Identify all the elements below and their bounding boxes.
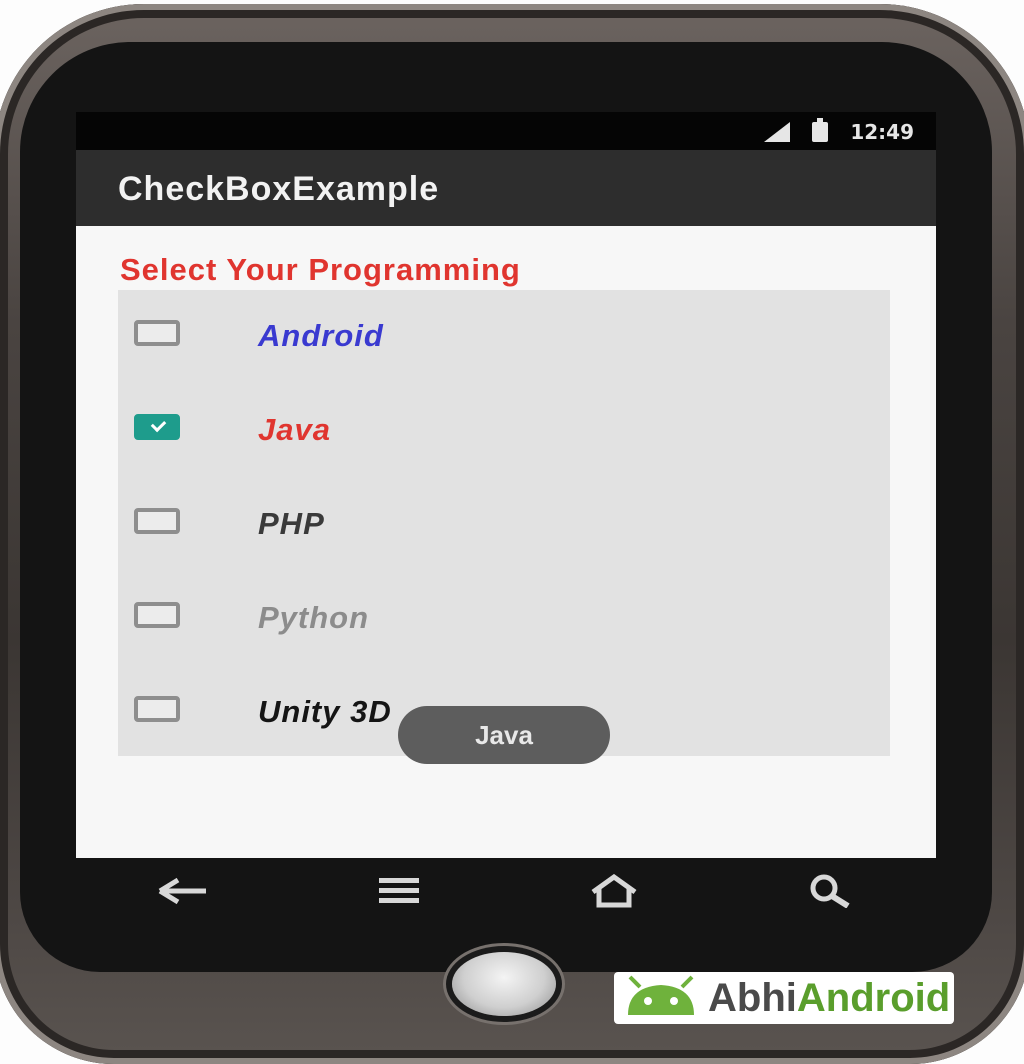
checkbox-item-php[interactable]: PHP	[118, 478, 890, 572]
watermark-logo: AbhiAndroid	[614, 972, 955, 1024]
checkbox-label-android[interactable]: Android	[258, 318, 384, 354]
device-screen: 12:49 CheckBoxExample Select Your Progra…	[76, 112, 936, 858]
checkbox-label-php[interactable]: PHP	[258, 506, 325, 542]
android-robot-icon	[628, 975, 694, 1015]
menu-icon[interactable]	[359, 866, 439, 916]
checkbox-item-java[interactable]: Java	[118, 384, 890, 478]
navigation-bar	[76, 858, 936, 924]
watermark-text: AbhiAndroid	[708, 975, 951, 1020]
checkbox-python[interactable]	[134, 602, 180, 628]
battery-icon	[812, 118, 829, 142]
signal-icon	[764, 122, 791, 142]
checkbox-item-python[interactable]: Python	[118, 572, 890, 666]
status-time: 12:49	[850, 120, 914, 144]
checkbox-label-python[interactable]: Python	[258, 600, 369, 636]
checkbox-item-android[interactable]: Android	[118, 290, 890, 384]
app-title: CheckBoxExample	[118, 170, 440, 208]
checkbox-label-java[interactable]: Java	[258, 412, 331, 448]
page-heading: Select Your Programming	[120, 252, 521, 287]
checkbox-android[interactable]	[134, 320, 180, 346]
status-bar: 12:49	[76, 112, 936, 150]
checkbox-list: Android Java PHP Python Unity 3D	[118, 290, 890, 756]
action-bar: CheckBoxExample	[76, 150, 936, 226]
search-icon[interactable]	[789, 866, 869, 916]
home-icon[interactable]	[574, 866, 654, 916]
checkbox-java[interactable]	[134, 414, 180, 440]
hardware-home-button[interactable]	[452, 952, 556, 1016]
toast-message: Java	[398, 706, 610, 764]
checkbox-label-unity[interactable]: Unity 3D	[258, 694, 392, 730]
checkbox-unity[interactable]	[134, 696, 180, 722]
back-icon[interactable]	[144, 866, 224, 916]
checkbox-php[interactable]	[134, 508, 180, 534]
